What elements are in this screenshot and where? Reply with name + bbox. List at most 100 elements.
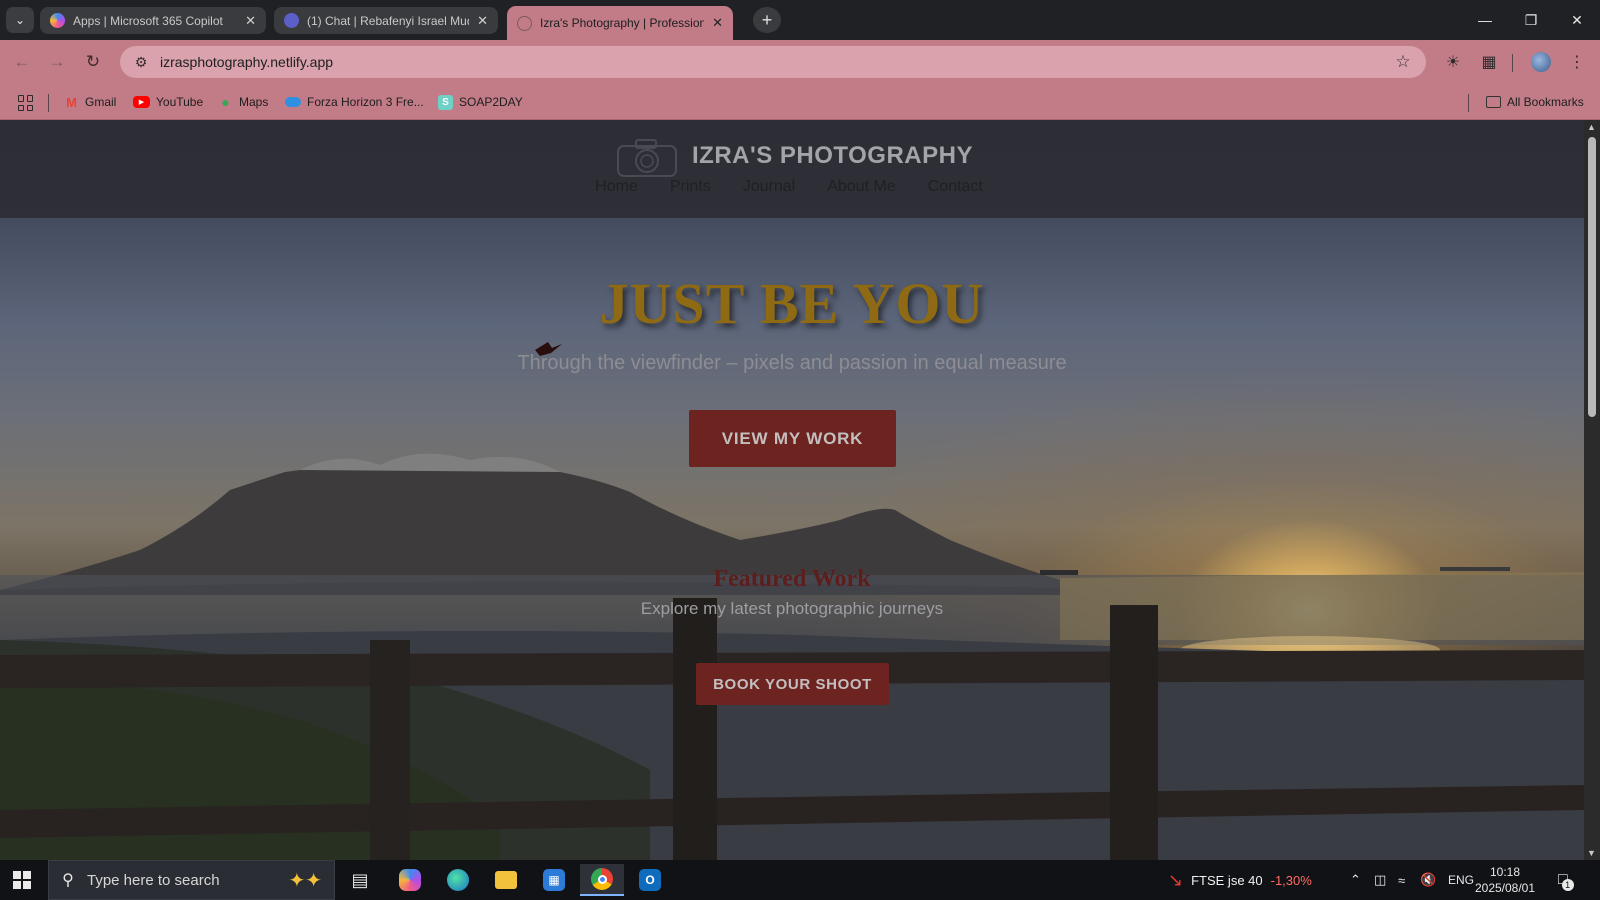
system-clock[interactable]: 10:18 2025/08/01	[1470, 864, 1540, 896]
notifications-button[interactable]: □ 1	[1558, 860, 1574, 900]
bookmarks-divider	[48, 94, 49, 112]
page-scrollbar[interactable]: ▲ ▼	[1584, 120, 1600, 860]
bookmark-star-icon[interactable]: ☆	[1388, 52, 1418, 72]
nav-contact[interactable]: Contact	[928, 178, 983, 196]
tab-label: Apps | Microsoft 365 Copilot	[73, 13, 223, 28]
tab-label: (1) Chat | Rebafenyi Israel Mudá	[307, 13, 470, 28]
task-view-icon: ▤	[351, 869, 369, 890]
arrow-left-icon: ←	[13, 52, 31, 71]
show-hidden-icons[interactable]: ⌃	[1350, 860, 1361, 900]
stock-ticker-widget[interactable]: ↘ FTSE jse 40 -1,30%	[1168, 860, 1312, 900]
minimize-icon: —	[1478, 12, 1492, 28]
restore-button[interactable]: ❐	[1508, 0, 1554, 40]
apps-grid-icon[interactable]	[18, 95, 34, 111]
outlook-taskbar-button[interactable]: O	[628, 864, 672, 896]
back-button[interactable]: ←	[9, 49, 35, 75]
restore-icon: ❐	[1524, 11, 1538, 28]
sparkle-icon: ✦✦	[288, 869, 322, 892]
close-icon[interactable]: ✕	[477, 13, 488, 29]
page-viewport: IZRA'S PHOTOGRAPHY Home Prints Journal A…	[0, 120, 1584, 860]
tab-label: Izra's Photography | Professiona	[540, 16, 705, 30]
forza-icon	[285, 97, 301, 107]
bookmark-label: Gmail	[85, 95, 117, 109]
reload-button[interactable]: ↻	[80, 49, 106, 75]
search-placeholder: Type here to search	[87, 871, 220, 889]
view-my-work-button[interactable]: VIEW MY WORK	[689, 410, 896, 467]
forward-button[interactable]: →	[44, 49, 70, 75]
task-view-button[interactable]: ▤	[338, 864, 382, 896]
bookmark-label: Maps	[239, 95, 269, 109]
theme-icon[interactable]: ☀	[1440, 49, 1466, 75]
chrome-icon	[591, 868, 613, 890]
close-window-button[interactable]: ✕	[1554, 0, 1600, 40]
youtube-icon: ▶	[133, 96, 150, 108]
edge-taskbar-button[interactable]	[436, 864, 480, 896]
copilot-icon	[50, 13, 65, 28]
minimize-button[interactable]: —	[1462, 0, 1508, 40]
chrome-taskbar-button[interactable]	[580, 864, 624, 896]
tab-microsoft-365[interactable]: Apps | Microsoft 365 Copilot ✕	[40, 7, 266, 34]
nav-home[interactable]: Home	[595, 178, 638, 196]
store-taskbar-button[interactable]: ▦	[532, 864, 576, 896]
site-header: IZRA'S PHOTOGRAPHY Home Prints Journal A…	[0, 120, 1584, 218]
edge-icon	[447, 869, 469, 891]
scroll-down-icon[interactable]: ▼	[1587, 848, 1596, 858]
hero-subtitle: Through the viewfinder – pixels and pass…	[517, 352, 1067, 374]
avatar	[1531, 52, 1551, 72]
copilot-icon	[399, 869, 421, 891]
address-bar[interactable]: ⚙ izrasphotography.netlify.app ☆	[120, 46, 1426, 78]
bookmark-label: YouTube	[156, 95, 204, 109]
featured-work-heading: Featured Work	[713, 566, 871, 592]
menu-button[interactable]: ⋮	[1564, 49, 1590, 75]
site-navigation: Home Prints Journal About Me Contact	[0, 178, 1584, 196]
all-bookmarks-label: All Bookmarks	[1507, 95, 1584, 109]
search-icon: ⚲	[62, 872, 74, 889]
book-your-shoot-button[interactable]: BOOK YOUR SHOOT	[696, 663, 889, 705]
tab-search-button[interactable]: ⌄	[6, 7, 34, 33]
teams-icon	[284, 13, 299, 28]
scrollbar-thumb[interactable]	[1588, 137, 1596, 417]
bookmark-soap2day[interactable]: S SOAP2DAY	[438, 93, 523, 111]
tab-izras-photography[interactable]: Izra's Photography | Professiona ✕	[507, 6, 733, 40]
all-bookmarks-button[interactable]: All Bookmarks	[1486, 93, 1584, 111]
plus-icon: +	[761, 9, 773, 30]
close-icon[interactable]: ✕	[245, 13, 256, 29]
ticker-change: -1,30%	[1270, 872, 1312, 888]
profile-avatar[interactable]	[1528, 49, 1554, 75]
folder-icon	[495, 871, 517, 889]
scroll-up-icon[interactable]: ▲	[1587, 122, 1596, 132]
nav-about-me[interactable]: About Me	[827, 178, 895, 196]
file-explorer-taskbar-button[interactable]	[484, 864, 528, 896]
chrome-center	[597, 874, 607, 884]
nav-prints[interactable]: Prints	[670, 178, 711, 196]
address-url[interactable]: izrasphotography.netlify.app	[160, 54, 1388, 70]
outlook-icon: O	[639, 869, 661, 891]
taskbar-search[interactable]: ⚲ Type here to search ✦✦	[48, 860, 335, 900]
bookmark-maps[interactable]: ● Maps	[218, 93, 268, 111]
nav-journal[interactable]: Journal	[743, 178, 795, 196]
windows-start-icon[interactable]	[13, 871, 31, 889]
volume-muted-icon[interactable]: 🔇	[1420, 860, 1436, 900]
site-info-icon[interactable]: ⚙	[126, 54, 156, 71]
bookmark-youtube[interactable]: ▶ YouTube	[133, 93, 203, 111]
bookmark-gmail[interactable]: M Gmail	[64, 93, 116, 111]
folder-icon	[1486, 96, 1501, 108]
site-brand-title[interactable]: IZRA'S PHOTOGRAPHY	[692, 142, 973, 170]
ticker-name: FTSE jse 40	[1191, 872, 1263, 888]
extensions-icon[interactable]: ▦	[1476, 49, 1502, 75]
hero-title: JUST BE YOU	[599, 271, 985, 336]
notification-badge: 1	[1561, 879, 1574, 891]
page-icon	[517, 15, 532, 31]
camera-logo-icon[interactable]	[614, 136, 680, 180]
bookmark-forza[interactable]: Forza Horizon 3 Fre...	[285, 93, 424, 111]
kebab-menu-icon: ⋮	[1569, 54, 1585, 71]
wifi-icon[interactable]: ≈	[1398, 860, 1405, 900]
maps-icon: ●	[221, 94, 230, 110]
arrow-right-icon: →	[48, 52, 66, 71]
close-icon[interactable]: ✕	[712, 15, 723, 31]
copilot-taskbar-button[interactable]	[388, 864, 432, 896]
tab-teams-chat[interactable]: (1) Chat | Rebafenyi Israel Mudá ✕	[274, 7, 498, 34]
new-tab-button[interactable]: +	[753, 7, 781, 33]
usb-icon[interactable]: ◫	[1374, 860, 1386, 900]
bookmark-label: SOAP2DAY	[459, 95, 523, 109]
